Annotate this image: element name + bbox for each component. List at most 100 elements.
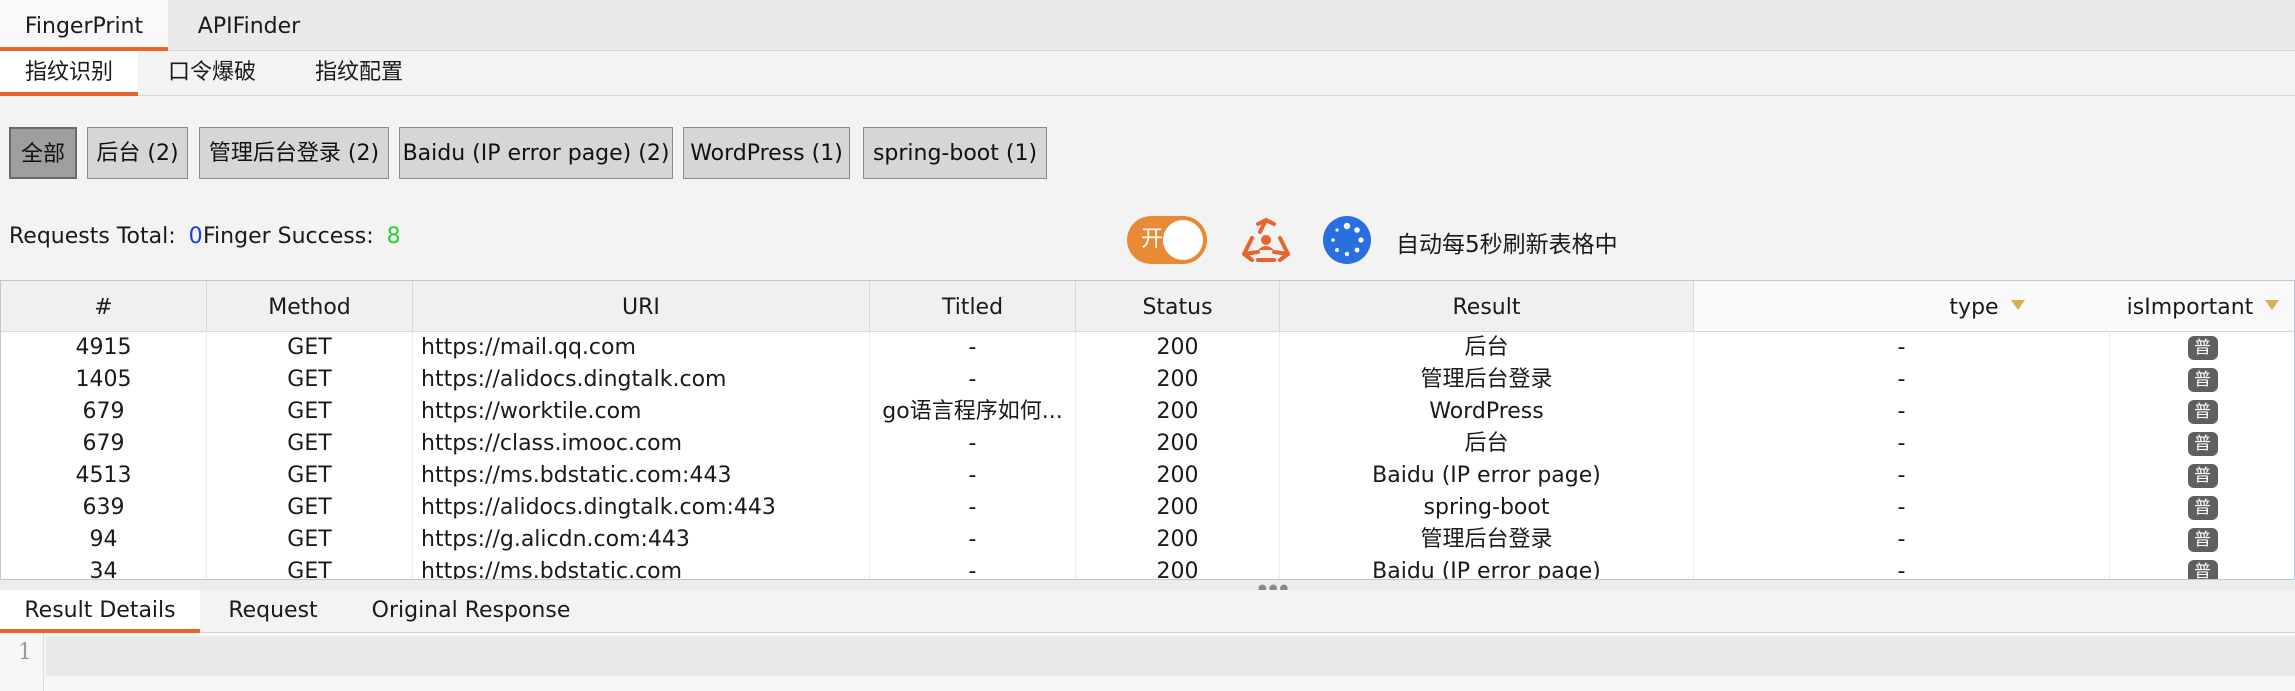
- editor-current-line[interactable]: [46, 636, 2295, 676]
- cell-type: -: [1694, 427, 2110, 459]
- tab-original-response[interactable]: Original Response: [346, 590, 596, 632]
- cell-status: 200: [1076, 555, 1280, 579]
- cell-type: -: [1694, 363, 2110, 395]
- cell-important: 普: [2110, 491, 2294, 523]
- recycle-refresh-icon[interactable]: [1240, 216, 1292, 264]
- cell-status: 200: [1076, 363, 1280, 395]
- cell-result: 管理后台登录: [1280, 363, 1694, 395]
- auto-refresh-toggle[interactable]: 开: [1127, 216, 1207, 264]
- column-header-isimportant-label: isImportant: [2126, 295, 2254, 320]
- table-row[interactable]: 639 GET https://alidocs.dingtalk.com:443-2…: [1, 491, 2294, 523]
- cell-method: GET: [207, 555, 413, 579]
- column-header-uri[interactable]: URI: [413, 281, 870, 331]
- importance-badge[interactable]: 普: [2187, 400, 2218, 424]
- importance-badge[interactable]: 普: [2187, 368, 2218, 392]
- cell-method: GET: [207, 491, 413, 523]
- importance-badge[interactable]: 普: [2187, 496, 2218, 520]
- table-row[interactable]: 94 GET https://g.alicdn.com:443-200 管理后台登录 -…: [1, 523, 2294, 555]
- column-header-type[interactable]: type: [1694, 281, 2110, 331]
- table-header: # Method URI Titled Status Result type i…: [1, 281, 2294, 332]
- cell-uri: https://mail.qq.com: [413, 331, 870, 363]
- cell-uri: https://alidocs.dingtalk.com: [413, 363, 870, 395]
- cell-type: -: [1694, 331, 2110, 363]
- importance-badge[interactable]: 普: [2187, 432, 2218, 456]
- sub-tab-bar: 指纹识别 口令爆破 指纹配置: [0, 51, 2295, 96]
- cell-uri: https://class.imooc.com: [413, 427, 870, 459]
- cell-method: GET: [207, 331, 413, 363]
- top-tab-bar: FingerPrint APIFinder: [0, 0, 2295, 51]
- importance-badge[interactable]: 普: [2187, 528, 2218, 552]
- tab-fingerprint[interactable]: FingerPrint: [0, 0, 168, 51]
- cell-status: 200: [1076, 459, 1280, 491]
- column-header-status[interactable]: Status: [1076, 281, 1280, 331]
- cell-uri: https://worktile.com: [413, 395, 870, 427]
- requests-total-value: 0: [188, 224, 203, 249]
- table-row[interactable]: 679 GET https://class.imooc.com -200 后台 - 普: [1, 427, 2294, 459]
- cell-result: 后台: [1280, 331, 1694, 363]
- table-row[interactable]: 4915 GET https://mail.qq.com -200 后台 - 普: [1, 331, 2294, 363]
- cell-status: 200: [1076, 523, 1280, 555]
- cell-important: 普: [2110, 459, 2294, 491]
- tab-apifinder[interactable]: APIFinder: [168, 0, 330, 50]
- cell-id: 4513: [1, 459, 207, 491]
- spinner-icon: [1323, 216, 1371, 264]
- cell-important: 普: [2110, 395, 2294, 427]
- importance-badge[interactable]: 普: [2187, 560, 2218, 579]
- toggle-label: 开: [1141, 227, 1164, 252]
- filter-funnel-icon[interactable]: [2010, 300, 2025, 310]
- column-header-result[interactable]: Result: [1280, 281, 1694, 331]
- tab-fingerprint-config[interactable]: 指纹配置: [286, 51, 432, 95]
- cell-type: -: [1694, 523, 2110, 555]
- cell-titled: -: [870, 427, 1076, 459]
- importance-badge[interactable]: 普: [2187, 336, 2218, 360]
- cell-id: 679: [1, 427, 207, 459]
- cell-status: 200: [1076, 427, 1280, 459]
- tab-request[interactable]: Request: [200, 590, 346, 632]
- tab-result-details[interactable]: Result Details: [0, 590, 200, 633]
- cell-method: GET: [207, 395, 413, 427]
- cell-result: 后台: [1280, 427, 1694, 459]
- filter-admin-login-button[interactable]: 管理后台登录 (2): [199, 127, 389, 179]
- cell-method: GET: [207, 523, 413, 555]
- table-row[interactable]: 4513 GET https://ms.bdstatic.com:443-200 Ba…: [1, 459, 2294, 491]
- cell-status: 200: [1076, 395, 1280, 427]
- column-header-type-label: type: [1949, 295, 1999, 320]
- column-header-isimportant[interactable]: isImportant: [2110, 281, 2294, 331]
- cell-result: Baidu (IP error page): [1280, 555, 1694, 579]
- toggle-knob: [1163, 220, 1203, 260]
- filter-backend-button[interactable]: 后台 (2): [87, 127, 188, 179]
- cell-status: 200: [1076, 331, 1280, 363]
- table-row[interactable]: 1405 GET https://alidocs.dingtalk.com -200 管…: [1, 363, 2294, 395]
- editor-line-number: 1: [18, 640, 32, 665]
- importance-badge[interactable]: 普: [2187, 464, 2218, 488]
- cell-uri: https://ms.bdstatic.com:443: [413, 459, 870, 491]
- finger-success: Finger Success: 8: [203, 224, 401, 249]
- column-header-id[interactable]: #: [1, 281, 207, 331]
- cell-important: 普: [2110, 555, 2294, 579]
- cell-important: 普: [2110, 331, 2294, 363]
- cell-uri: https://g.alicdn.com:443: [413, 523, 870, 555]
- pane-splitter[interactable]: [0, 580, 2295, 590]
- cell-id: 94: [1, 523, 207, 555]
- results-table: # Method URI Titled Status Result type i…: [0, 280, 2295, 580]
- column-header-method[interactable]: Method: [207, 281, 413, 331]
- filter-spring-boot-button[interactable]: spring-boot (1): [863, 127, 1047, 179]
- cell-important: 普: [2110, 363, 2294, 395]
- table-row[interactable]: 34 GET https://ms.bdstatic.com -200 Baidu (I…: [1, 555, 2294, 579]
- filter-wordpress-button[interactable]: WordPress (1): [683, 127, 850, 179]
- cell-titled: -: [870, 459, 1076, 491]
- finger-success-value: 8: [386, 224, 401, 249]
- cell-method: GET: [207, 459, 413, 491]
- filter-baidu-button[interactable]: Baidu (IP error page) (2): [399, 127, 673, 179]
- filter-funnel-icon[interactable]: [2265, 300, 2280, 310]
- filter-all-button[interactable]: 全部: [9, 127, 77, 179]
- cell-titled: -: [870, 331, 1076, 363]
- cell-type: -: [1694, 459, 2110, 491]
- table-row[interactable]: 679 GET https://worktile.com go语言程序如何... 200…: [1, 395, 2294, 427]
- column-header-titled[interactable]: Titled: [870, 281, 1076, 331]
- cell-result: Baidu (IP error page): [1280, 459, 1694, 491]
- auto-refresh-status: 自动每5秒刷新表格中: [1396, 232, 1618, 258]
- tab-fingerprint-recognition[interactable]: 指纹识别: [0, 51, 138, 96]
- tab-password-bruteforce[interactable]: 口令爆破: [138, 51, 286, 95]
- cell-important: 普: [2110, 427, 2294, 459]
